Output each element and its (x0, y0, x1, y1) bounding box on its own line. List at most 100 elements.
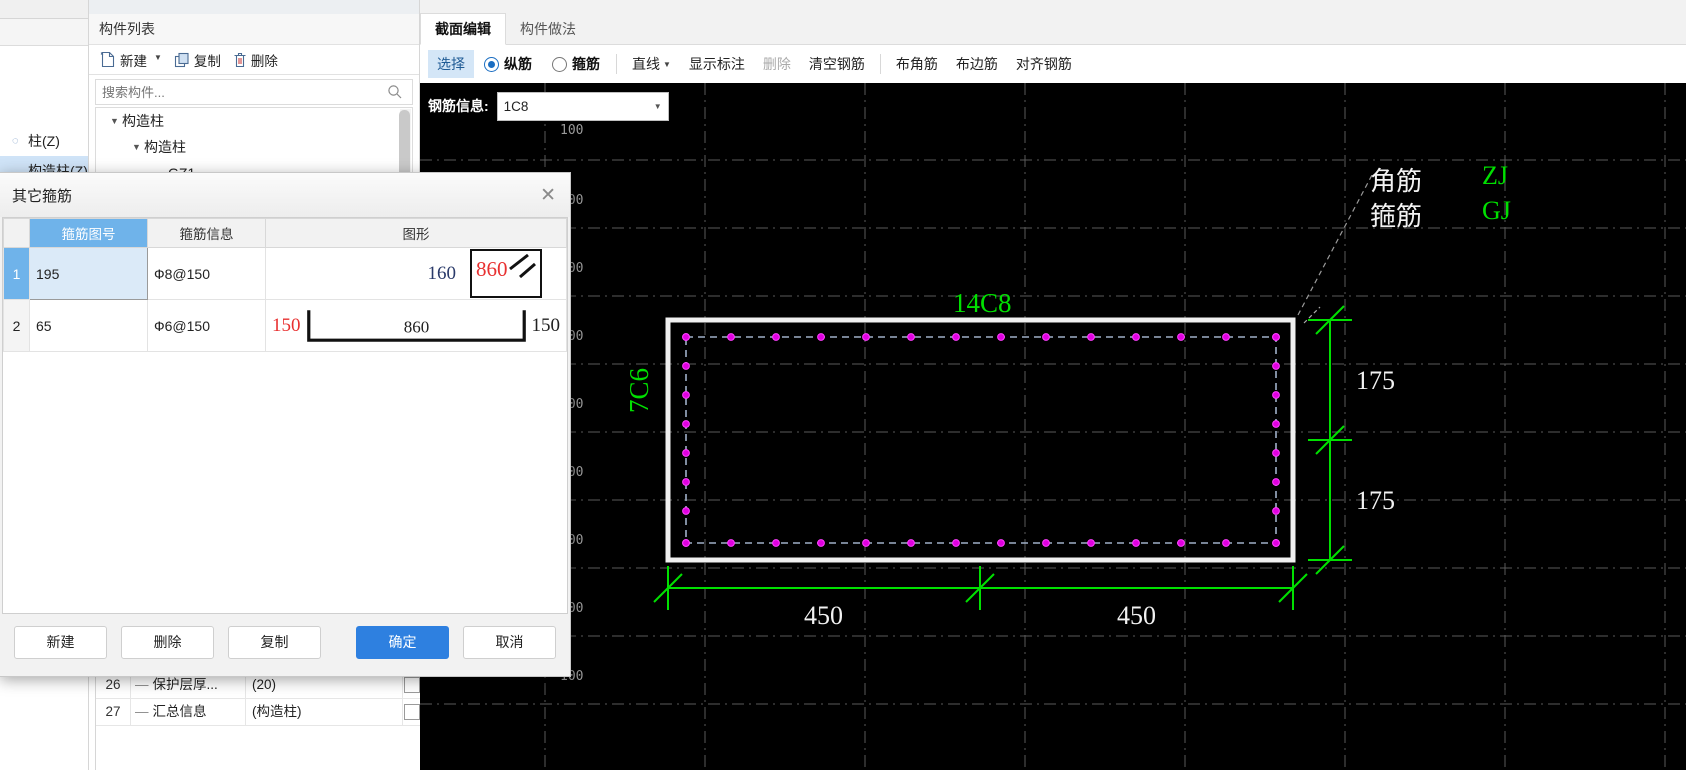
dimension-horizontal (653, 566, 1308, 610)
toolbar-divider (616, 54, 617, 74)
copy-button[interactable]: 复制 (228, 625, 321, 659)
select-tool-button[interactable]: 选择 (428, 50, 474, 78)
chevron-down-icon[interactable]: ▼ (654, 102, 662, 111)
shape-box-icon: 860 (470, 249, 542, 298)
col-header-blank (3, 218, 30, 248)
chevron-down-icon[interactable]: ▼ (154, 53, 162, 62)
left-strip-topbar (0, 0, 88, 19)
left-strip-header (0, 19, 88, 46)
tree-dash-icon: — (135, 704, 149, 719)
copy-icon (174, 52, 189, 67)
delete-button: 删除 (762, 56, 791, 72)
new-component-label: 新建 (120, 53, 147, 69)
copy-component-label: 复制 (193, 53, 221, 69)
bracket-span-icon: 860 (306, 309, 526, 342)
search-input[interactable] (96, 83, 386, 101)
search-icon[interactable] (386, 83, 404, 101)
cell-stirrup-number[interactable]: 195 (29, 247, 148, 300)
line-tool-button[interactable]: 直线 ▼ (623, 50, 680, 78)
stirrup-path (685, 336, 1277, 544)
component-list-toolbar: 新建 ▼ 复制 删除 (89, 45, 419, 75)
dimension-label-450-left: 450 (804, 601, 843, 630)
cell-shape[interactable]: 150 860 150 (265, 299, 567, 352)
diagonal-bars-icon (509, 253, 536, 279)
radio-off-icon (552, 56, 567, 72)
table-row[interactable]: 27 — 汇总信息 (构造柱) (96, 699, 420, 726)
row-index: 2 (3, 299, 30, 352)
new-component-button[interactable]: 新建 ▼ (97, 48, 165, 72)
clear-rebar-button[interactable]: 清空钢筋 (800, 50, 874, 78)
table-header-row: 箍筋图号 箍筋信息 图形 (3, 218, 567, 248)
rebar-info-bar: 钢筋信息: 1C8 ▼ (428, 91, 669, 121)
dialog-footer: 新建 删除 复制 确定 取消 (0, 614, 570, 670)
chevron-down-icon[interactable]: ▼ (110, 108, 122, 134)
trash-icon (234, 52, 246, 67)
tree-scrollbar-thumb[interactable] (399, 110, 410, 180)
radio-longitudinal-rebar[interactable]: 纵筋 (474, 54, 542, 74)
shape-right-label: 150 (531, 314, 561, 336)
table-row[interactable]: 2 65 Ф6@150 150 860 150 (3, 299, 567, 352)
close-icon[interactable]: ✕ (540, 186, 556, 205)
table-row[interactable]: 1 195 Ф8@150 160 860 (3, 247, 567, 300)
tree-node-label: 构造柱 (144, 139, 186, 155)
align-rebar-button[interactable]: 对齐钢筋 (1007, 50, 1081, 78)
radio-stirrup[interactable]: 箍筋 (542, 54, 610, 74)
search-component-box[interactable] (95, 79, 413, 105)
chevron-down-icon[interactable]: ▼ (663, 60, 671, 69)
cell-stirrup-info[interactable]: Ф6@150 (147, 299, 266, 352)
sidebar-item-column[interactable]: ◌ 柱(Z) (0, 126, 88, 156)
tab-component-method[interactable]: 构件做法 (506, 14, 590, 44)
dialog-title: 其它箍筋 (12, 187, 73, 205)
show-annotation-button[interactable]: 显示标注 (680, 50, 754, 78)
rebar-info-label: 钢筋信息: (428, 98, 489, 114)
new-button[interactable]: 新建 (14, 625, 107, 659)
col-header-stirrup-info[interactable]: 箍筋信息 (147, 218, 266, 248)
legend-leader-line (1297, 174, 1373, 316)
tab-section-edit[interactable]: 截面编辑 (420, 13, 506, 45)
rebar-info-value: 1C8 (503, 98, 529, 114)
col-header-stirrup-number[interactable]: 箍筋图号 (29, 218, 148, 248)
checkbox-icon[interactable] (403, 677, 420, 693)
tree-node-subgroup[interactable]: ▼ 构造柱 (96, 134, 412, 160)
other-stirrup-dialog: 其它箍筋 ✕ 箍筋图号 箍筋信息 图形 1 195 Ф8@150 160 860… (0, 172, 571, 677)
new-file-icon (100, 51, 115, 68)
property-value[interactable]: (构造柱) (246, 699, 403, 725)
copy-component-button[interactable]: 复制 (171, 48, 224, 72)
tree-node-label: 构造柱 (122, 113, 164, 129)
property-grid: 26 — 保护层厚... (20) 27 — 汇总信息 (构造柱) (95, 672, 421, 770)
legend-code-zj: ZJ (1482, 161, 1508, 190)
section-editor-area: 截面编辑 构件做法 选择 纵筋 箍筋 直线 ▼ 显示标注 删除 清空钢筋 布角筋 … (420, 0, 1686, 770)
chevron-down-icon[interactable]: ▼ (132, 134, 144, 160)
shape-inner-label: 860 (403, 317, 429, 336)
rebar-info-select[interactable]: 1C8 ▼ (496, 91, 669, 121)
cancel-button[interactable]: 取消 (463, 625, 556, 659)
left-rebar-label: 7C6 (624, 367, 654, 413)
stirrup-table: 箍筋图号 箍筋信息 图形 1 195 Ф8@150 160 860 2 65 Ф… (3, 218, 567, 352)
col-header-shape[interactable]: 图形 (265, 218, 567, 248)
delete-button[interactable]: 删除 (121, 625, 214, 659)
cell-shape[interactable]: 160 860 (265, 247, 567, 300)
delete-component-button[interactable]: 删除 (230, 48, 281, 72)
delete-component-label: 删除 (250, 53, 278, 69)
confirm-button[interactable]: 确定 (356, 625, 449, 659)
tree-node-group[interactable]: ▼ 构造柱 (96, 108, 412, 134)
property-checkbox[interactable] (403, 704, 420, 720)
radio-on-icon (484, 56, 499, 72)
editor-toolbar: 选择 纵筋 箍筋 直线 ▼ 显示标注 删除 清空钢筋 布角筋 布边筋 对齐钢筋 (420, 45, 1686, 84)
cell-stirrup-info[interactable]: Ф8@150 (147, 247, 266, 300)
row-index: 27 (96, 699, 131, 725)
shape-left-label: 150 (272, 314, 301, 336)
ruler-label: 100 (560, 123, 584, 138)
property-checkbox[interactable] (403, 677, 420, 693)
property-name: — 汇总信息 (131, 699, 246, 725)
place-edge-rebar-button[interactable]: 布边筋 (947, 50, 1007, 78)
cad-canvas[interactable]: 100 100 100 100 100 100 100 100 100 14C8… (420, 83, 1686, 770)
place-corner-rebar-button[interactable]: 布角筋 (887, 50, 947, 78)
legend-name-corner-rebar: 角筋 (1370, 167, 1423, 196)
editor-tabbar: 截面编辑 构件做法 (420, 0, 1686, 45)
cell-stirrup-number[interactable]: 65 (29, 299, 148, 352)
radio-label: 箍筋 (572, 56, 600, 72)
panel-top-strip (89, 0, 419, 14)
checkbox-icon[interactable] (403, 704, 420, 720)
legend-name-stirrup: 箍筋 (1370, 202, 1423, 231)
